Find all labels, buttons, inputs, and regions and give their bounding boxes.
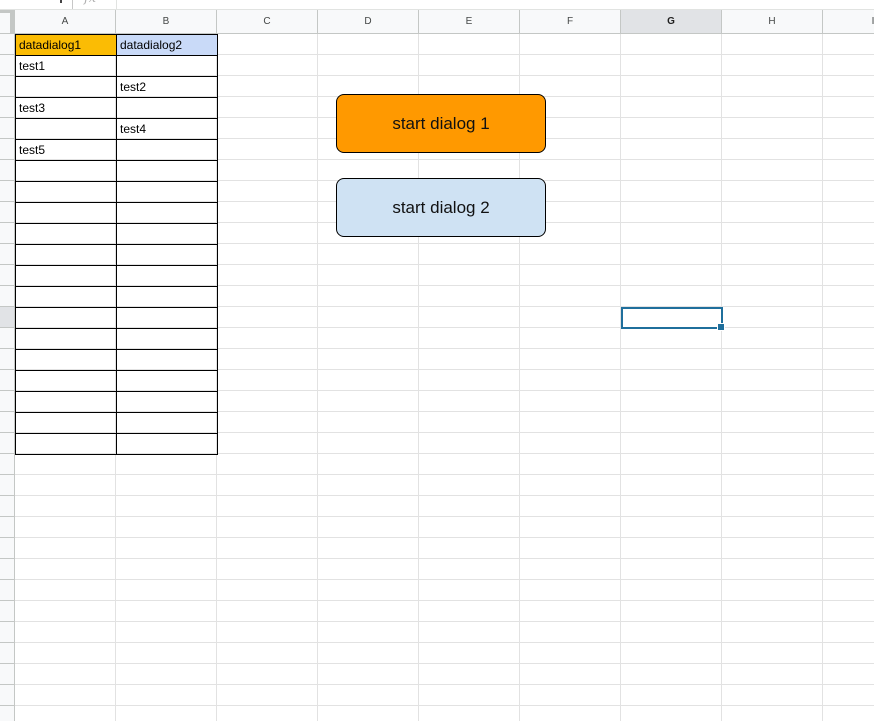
row-header[interactable]: [0, 685, 14, 706]
table-cell[interactable]: [15, 370, 117, 392]
cell-a4[interactable]: test3: [15, 97, 117, 119]
start-dialog-2-label: start dialog 2: [392, 197, 490, 217]
start-dialog-2-button[interactable]: start dialog 2: [336, 178, 546, 237]
row-header[interactable]: [0, 244, 14, 265]
table-cell[interactable]: [15, 307, 117, 329]
column-header-e[interactable]: E: [419, 10, 520, 33]
start-dialog-1-button[interactable]: start dialog 1: [336, 94, 546, 153]
column-header-i[interactable]: I: [823, 10, 874, 33]
cell-b2[interactable]: [116, 55, 218, 77]
row-header[interactable]: [0, 139, 14, 160]
table-cell[interactable]: [15, 391, 117, 413]
cell-b5[interactable]: test4: [116, 118, 218, 140]
table-cell[interactable]: [116, 181, 218, 203]
column-header-d[interactable]: D: [318, 10, 419, 33]
row-header[interactable]: [0, 55, 14, 76]
row-header[interactable]: [0, 223, 14, 244]
cell-a2[interactable]: test1: [15, 55, 117, 77]
formula-bar-separator: [72, 0, 73, 9]
selected-cell-g14[interactable]: [621, 307, 725, 331]
column-header-b[interactable]: B: [116, 10, 217, 33]
table-cell[interactable]: [116, 433, 218, 455]
freeze-columns-handle[interactable]: [10, 10, 14, 33]
table-cell[interactable]: [116, 223, 218, 245]
row-header[interactable]: [0, 181, 14, 202]
table-cell[interactable]: [116, 265, 218, 287]
row-header[interactable]: [0, 622, 14, 643]
row-header[interactable]: [0, 97, 14, 118]
table-cell[interactable]: [116, 307, 218, 329]
name-box-dropdown-icon[interactable]: [60, 0, 62, 3]
table-cell[interactable]: [15, 328, 117, 350]
table-cell[interactable]: [15, 223, 117, 245]
column-header-g[interactable]: G: [621, 10, 722, 33]
fill-handle[interactable]: [717, 323, 725, 331]
row-header[interactable]: [0, 349, 14, 370]
select-all-corner[interactable]: [0, 10, 15, 34]
cell-b6[interactable]: [116, 139, 218, 161]
formula-bar: fx: [0, 0, 874, 10]
table-cell[interactable]: [116, 349, 218, 371]
row-header[interactable]: [0, 454, 14, 475]
row-header[interactable]: [0, 496, 14, 517]
cell-a3[interactable]: [15, 76, 117, 98]
row-header[interactable]: [0, 664, 14, 685]
row-header[interactable]: [0, 517, 14, 538]
table-cell[interactable]: [116, 328, 218, 350]
cell-a5[interactable]: [15, 118, 117, 140]
row-header[interactable]: [0, 286, 14, 307]
row-header[interactable]: [0, 307, 14, 328]
table-cell[interactable]: [15, 181, 117, 203]
spreadsheet-app: fx ABCDEFGHI datadialog1datadialog2test1…: [0, 0, 874, 721]
table-cell[interactable]: [15, 244, 117, 266]
cell-b1[interactable]: datadialog2: [116, 34, 218, 56]
table-cell[interactable]: [116, 286, 218, 308]
table-cell[interactable]: [15, 160, 117, 182]
table-cell[interactable]: [15, 433, 117, 455]
cell-grid[interactable]: datadialog1 datadialog2 test1 test2 test3 tes…: [15, 34, 874, 721]
row-header[interactable]: [0, 265, 14, 286]
column-header-a[interactable]: A: [15, 10, 116, 33]
table-cell[interactable]: [116, 412, 218, 434]
row-header[interactable]: [0, 370, 14, 391]
row-header[interactable]: [0, 412, 14, 433]
table-cell[interactable]: [116, 160, 218, 182]
row-header[interactable]: [0, 202, 14, 223]
table-cell[interactable]: [116, 370, 218, 392]
cell-b3[interactable]: test2: [116, 76, 218, 98]
cell-a6[interactable]: test5: [15, 139, 117, 161]
row-header[interactable]: [0, 580, 14, 601]
row-headers: [0, 34, 15, 721]
table-cell[interactable]: [116, 202, 218, 224]
table-cell[interactable]: [15, 202, 117, 224]
formula-input[interactable]: [116, 0, 117, 9]
row-header[interactable]: [0, 643, 14, 664]
table-cell[interactable]: [15, 412, 117, 434]
row-header[interactable]: [0, 160, 14, 181]
table-cell[interactable]: [15, 265, 117, 287]
row-header[interactable]: [0, 475, 14, 496]
start-dialog-1-label: start dialog 1: [392, 113, 490, 133]
cell-a1[interactable]: datadialog1: [15, 34, 117, 56]
row-header[interactable]: [0, 706, 14, 721]
table-cell[interactable]: [15, 349, 117, 371]
column-header-c[interactable]: C: [217, 10, 318, 33]
row-header[interactable]: [0, 118, 14, 139]
table-cell[interactable]: [116, 244, 218, 266]
row-header[interactable]: [0, 433, 14, 454]
fx-icon: fx: [84, 0, 96, 6]
column-headers: ABCDEFGHI: [15, 10, 874, 34]
row-header[interactable]: [0, 391, 14, 412]
table-cell[interactable]: [116, 391, 218, 413]
row-header[interactable]: [0, 34, 14, 55]
column-header-f[interactable]: F: [520, 10, 621, 33]
row-header[interactable]: [0, 559, 14, 580]
cell-b4[interactable]: [116, 97, 218, 119]
row-header[interactable]: [0, 538, 14, 559]
table-cell[interactable]: [15, 286, 117, 308]
row-header[interactable]: [0, 328, 14, 349]
row-header[interactable]: [0, 601, 14, 622]
column-header-h[interactable]: H: [722, 10, 823, 33]
row-header[interactable]: [0, 76, 14, 97]
